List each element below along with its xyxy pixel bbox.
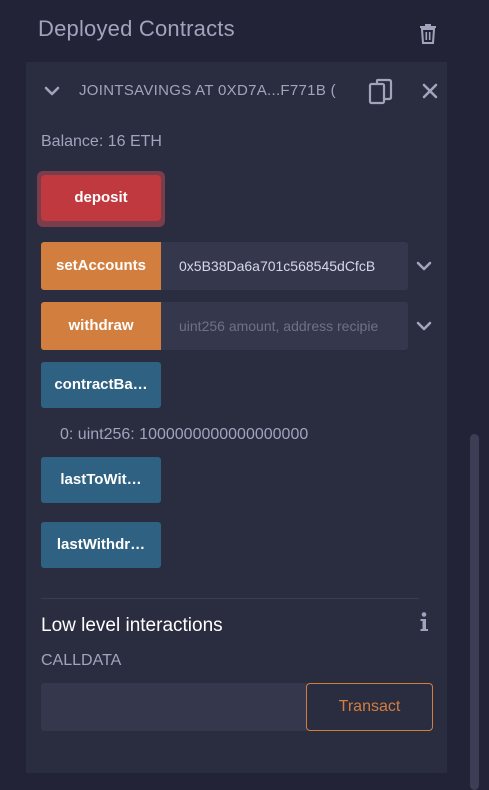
chevron-down-icon[interactable] (42, 81, 62, 101)
deployed-contracts-panel: Deployed Contracts JOINTSAVINGS AT 0XD7A… (0, 0, 489, 790)
withdraw-button[interactable]: withdraw (41, 302, 161, 350)
withdraw-input[interactable] (161, 302, 408, 350)
info-icon[interactable] (416, 611, 432, 633)
setaccounts-input[interactable] (161, 242, 408, 290)
trash-icon[interactable] (416, 22, 440, 46)
calldata-label: CALLDATA (41, 652, 122, 669)
contract-instance-card: JOINTSAVINGS AT 0XD7A...F771B ( Balance:… (26, 62, 447, 773)
copy-icon[interactable] (368, 78, 394, 106)
low-level-title: Low level interactions (41, 615, 223, 636)
contract-name[interactable]: JOINTSAVINGS AT 0XD7A...F771B ( (79, 82, 349, 99)
panel-title: Deployed Contracts (38, 16, 235, 41)
chevron-down-icon[interactable] (414, 256, 434, 276)
lastwithdrawamount-button[interactable]: lastWithdr… (41, 522, 161, 568)
contractbalance-button[interactable]: contractBa… (41, 362, 161, 408)
scrollbar-thumb[interactable] (470, 434, 479, 790)
section-divider (41, 598, 419, 599)
calldata-input[interactable] (41, 683, 307, 731)
close-icon[interactable] (421, 82, 439, 100)
chevron-down-icon[interactable] (414, 316, 434, 336)
transact-button[interactable]: Transact (306, 683, 433, 731)
lasttowithdraw-button[interactable]: lastToWit… (41, 457, 161, 503)
contract-instance-header: JOINTSAVINGS AT 0XD7A...F771B ( (26, 62, 447, 120)
deposit-button[interactable]: deposit (41, 175, 161, 221)
contract-balance: Balance: 16 ETH (41, 133, 162, 150)
contractbalance-result: 0: uint256: 1000000000000000000 (60, 426, 309, 443)
setaccounts-button[interactable]: setAccounts (41, 242, 161, 290)
